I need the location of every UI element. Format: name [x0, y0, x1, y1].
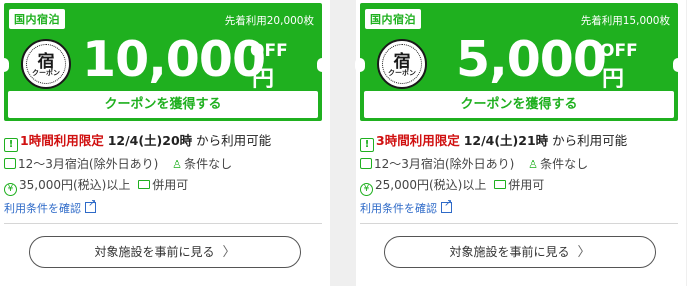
time-limit: 1時間利用限定 — [20, 133, 104, 148]
combine: 併用可 — [508, 178, 545, 192]
usage-limit: 先着利用20,000枚 — [224, 15, 314, 27]
available-from: 12/4(土)20時 — [107, 133, 193, 148]
ticket-notch — [317, 58, 327, 72]
yen-label: 円 — [602, 67, 625, 92]
condition: 条件なし — [184, 157, 233, 171]
card-icon — [138, 180, 151, 189]
preview-facilities-button[interactable]: 対象施設を事前に見る〉 — [29, 236, 301, 268]
yen-icon: ¥ — [360, 183, 373, 196]
yen-icon: ¥ — [4, 183, 17, 196]
terms-link-label: 利用条件を確認 — [360, 202, 437, 215]
external-link-icon — [441, 198, 452, 213]
available-suffix: から利用可能 — [196, 133, 272, 148]
off-label: OFF — [600, 41, 638, 61]
calendar-icon — [360, 158, 372, 169]
stay-period: 12～3月宿泊(除外日あり) — [374, 157, 515, 171]
divider — [4, 223, 322, 224]
card-icon — [494, 180, 507, 189]
terms-link[interactable]: 利用条件を確認 — [360, 198, 452, 216]
ticket-notch — [673, 58, 683, 72]
discount-amount: 5,000 — [456, 31, 607, 88]
chevron-right-icon: 〉 — [222, 245, 236, 260]
person-icon: ♙ — [172, 158, 183, 171]
terms-link[interactable]: 利用条件を確認 — [4, 198, 96, 216]
preview-label: 対象施設を事前に見る — [94, 245, 215, 259]
terms-link-label: 利用条件を確認 — [4, 202, 81, 215]
min-amount: 35,000円(税込)以上 — [19, 178, 131, 192]
coupon-ticket: 国内宿泊 先着利用20,000枚 宿 クーポン 10,000 OFF 円 クーポ… — [0, 3, 327, 121]
stamp-sub: クーポン — [32, 69, 60, 77]
condition: 条件なし — [540, 157, 589, 171]
stamp-sub: クーポン — [388, 69, 416, 77]
combine: 併用可 — [152, 178, 189, 192]
coupon-card-1: 国内宿泊 先着利用20,000枚 宿 クーポン 10,000 OFF 円 クーポ… — [0, 0, 330, 286]
exclamation-icon: ! — [360, 138, 374, 152]
availability-line: ! 3時間利用限定 12/4(土)21時 から利用可能 — [360, 130, 627, 152]
condition-row: 12～3月宿泊(除外日あり) ♙ 条件なし — [360, 155, 588, 172]
category-tag: 国内宿泊 — [9, 9, 65, 29]
price-row: ¥25,000円(税込)以上 併用可 — [360, 176, 544, 196]
discount-amount: 10,000 — [82, 31, 266, 88]
divider — [360, 223, 678, 224]
inn-coupon-stamp-icon: 宿 クーポン — [21, 39, 71, 89]
availability-line: ! 1時間利用限定 12/4(土)20時 から利用可能 — [4, 130, 271, 152]
condition-row: 12～3月宿泊(除外日あり) ♙ 条件なし — [4, 155, 232, 172]
ticket-notch — [0, 58, 9, 72]
acquire-coupon-button[interactable]: クーポンを獲得する — [8, 91, 318, 118]
available-suffix: から利用可能 — [552, 133, 628, 148]
person-icon: ♙ — [528, 158, 539, 171]
preview-label: 対象施設を事前に見る — [449, 245, 570, 259]
available-from: 12/4(土)21時 — [463, 133, 549, 148]
exclamation-icon: ! — [4, 138, 18, 152]
coupon-card-2: 国内宿泊 先着利用15,000枚 宿 クーポン 5,000 OFF 円 クーポン… — [355, 0, 686, 286]
coupon-ticket: 国内宿泊 先着利用15,000枚 宿 クーポン 5,000 OFF 円 クーポン… — [355, 3, 683, 121]
time-limit: 3時間利用限定 — [376, 133, 460, 148]
yen-label: 円 — [252, 67, 275, 92]
inn-coupon-stamp-icon: 宿 クーポン — [377, 39, 427, 89]
ticket-notch — [355, 58, 365, 72]
external-link-icon — [85, 198, 96, 213]
usage-limit: 先着利用15,000枚 — [580, 15, 670, 27]
min-amount: 25,000円(税込)以上 — [375, 178, 487, 192]
acquire-coupon-button[interactable]: クーポンを獲得する — [364, 91, 674, 118]
chevron-right-icon: 〉 — [577, 245, 591, 260]
preview-facilities-button[interactable]: 対象施設を事前に見る〉 — [384, 236, 656, 268]
calendar-icon — [4, 158, 16, 169]
stay-period: 12～3月宿泊(除外日あり) — [18, 157, 159, 171]
category-tag: 国内宿泊 — [365, 9, 421, 29]
price-row: ¥35,000円(税込)以上 併用可 — [4, 176, 188, 196]
off-label: OFF — [250, 41, 288, 61]
